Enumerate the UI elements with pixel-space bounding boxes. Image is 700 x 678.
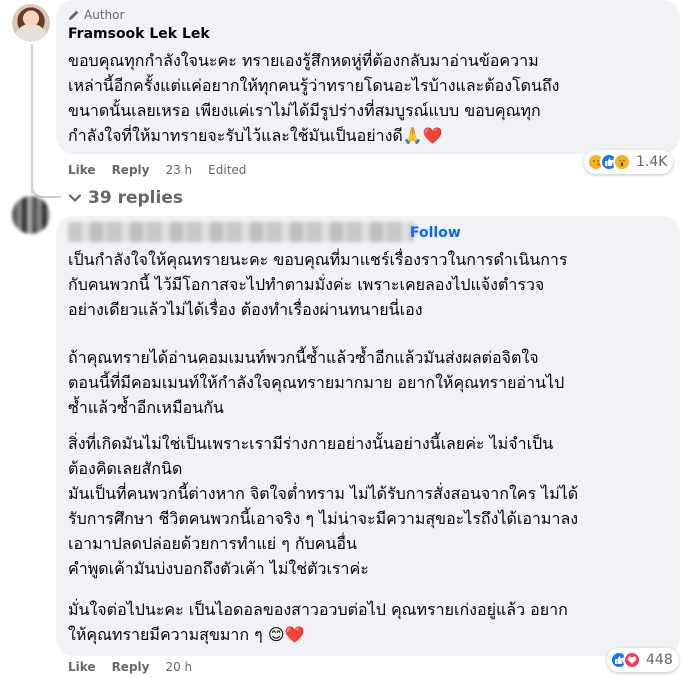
reply-button[interactable]: Reply [112,163,150,177]
follow-button[interactable]: Follow [410,225,461,241]
reaction-count: 1.4K [636,154,668,170]
view-replies-label: 39 replies [88,188,183,208]
like-button[interactable]: Like [68,660,96,674]
like-button[interactable]: Like [68,163,96,177]
wow-icon [613,153,631,171]
comment-actions: Like Reply 23 h Edited [68,163,246,177]
reaction-summary[interactable]: 448 [607,648,679,672]
thread-branch [31,168,61,198]
comment-paragraph: เป็นกำลังใจให้คุณทรายนะคะ ขอบคุณที่มาแชร… [68,250,568,319]
author-badge: Author [68,8,124,22]
reaction-count: 448 [646,652,673,668]
comment-timestamp[interactable]: 23 h [165,163,192,177]
commenter-name-blurred[interactable] [68,222,414,242]
edited-label[interactable]: Edited [208,163,246,177]
reaction-summary[interactable]: 1.4K [584,150,674,174]
comment-actions: Like Reply 20 h [68,660,208,674]
heart-icon [623,651,641,669]
comment-author-name[interactable]: Framsook Lek Lek [68,26,210,42]
author-avatar[interactable] [12,4,50,42]
comment-text: ขอบคุณทุกกำลังใจนะคะ ทรายเองรู้สึกหดหู่ท… [68,51,560,145]
comment-timestamp[interactable]: 20 h [165,660,192,674]
commenter-avatar[interactable] [12,196,50,234]
comment-paragraph: มั่นใจต่อไปนะคะ เป็นไอดอลของสาวอวบต่อไป … [68,600,568,644]
pencil-icon [69,10,79,20]
author-badge-label: Author [84,8,125,22]
chevron-down-icon [68,194,82,202]
comment-paragraph: ถ้าคุณทรายได้อ่านคอมเมนท์พวกนี้ซ้ำแล้วซ้… [68,348,565,417]
reply-button[interactable]: Reply [112,660,150,674]
comment-paragraph: สิ่งที่เกิดมันไม่ใช่เป็นเพราะเรามีร่างกา… [68,434,579,578]
view-replies-link[interactable]: 39 replies [68,188,183,208]
